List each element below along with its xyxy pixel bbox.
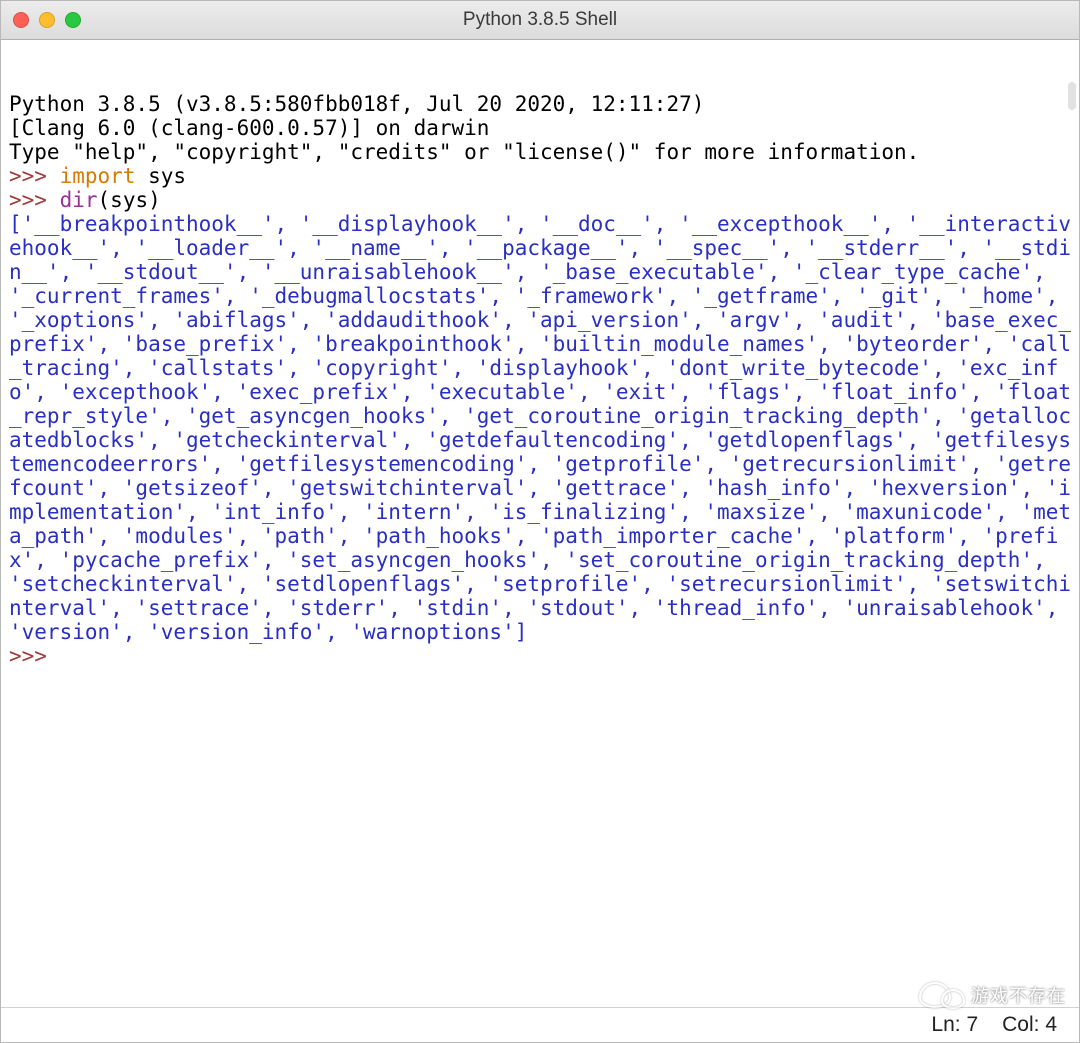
python-shell-window: Python 3.8.5 Shell Python 3.8.5 (v3.8.5:… [0, 0, 1080, 1043]
dir-output: ['__breakpointhook__', '__displayhook__'… [9, 212, 1071, 644]
window-title: Python 3.8.5 Shell [1, 9, 1079, 31]
close-icon[interactable] [13, 12, 29, 28]
banner-line: [Clang 6.0 (clang-600.0.57)] on darwin [9, 116, 489, 140]
statusbar: Ln: 7 Col: 4 [1, 1007, 1079, 1042]
builtin-dir: dir [60, 188, 98, 212]
import-arg: sys [135, 164, 186, 188]
keyword-import: import [60, 164, 136, 188]
scrollbar[interactable] [1068, 82, 1076, 110]
prompt: >>> [9, 644, 47, 668]
prompt: >>> [9, 164, 47, 188]
dir-arg: (sys) [98, 188, 161, 212]
status-col: Col: 4 [1002, 1013, 1057, 1037]
status-line: Ln: 7 [931, 1013, 978, 1037]
titlebar: Python 3.8.5 Shell [1, 1, 1079, 40]
minimize-icon[interactable] [39, 12, 55, 28]
banner-line: Type "help", "copyright", "credits" or "… [9, 140, 919, 164]
window-controls [13, 12, 81, 28]
banner-line: Python 3.8.5 (v3.8.5:580fbb018f, Jul 20 … [9, 92, 704, 116]
prompt: >>> [9, 188, 47, 212]
shell-area[interactable]: Python 3.8.5 (v3.8.5:580fbb018f, Jul 20 … [1, 40, 1079, 1007]
zoom-icon[interactable] [65, 12, 81, 28]
